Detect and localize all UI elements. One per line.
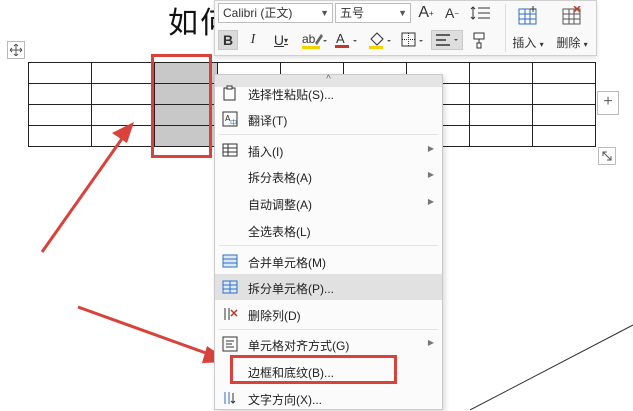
shrink-font-label: A bbox=[444, 5, 455, 21]
text-direction-icon bbox=[222, 390, 238, 406]
menu-item-insert[interactable]: 插入(I) ▶ bbox=[215, 137, 442, 163]
paste-icon bbox=[222, 85, 238, 101]
format-painter-icon[interactable] bbox=[467, 30, 491, 50]
menu-item-select-table[interactable]: 全选表格(L) bbox=[215, 217, 442, 243]
font-family-value: Calibri (正文) bbox=[223, 6, 293, 20]
grow-font-button[interactable]: A + bbox=[415, 3, 437, 23]
menu-item-paste-special[interactable]: 选择性粘贴(S)... bbox=[215, 80, 442, 106]
menu-item-label: 翻译(T) bbox=[248, 114, 288, 128]
menu-item-label: 单元格对齐方式(G) bbox=[248, 339, 350, 353]
annotation-box-borders-shading bbox=[230, 355, 397, 384]
italic-label: I bbox=[250, 32, 256, 47]
highlight-icon[interactable]: ab bbox=[299, 30, 329, 50]
menu-item-label: 全选表格(L) bbox=[248, 225, 311, 239]
delete-column-icon bbox=[222, 306, 238, 322]
split-cells-icon bbox=[222, 279, 238, 295]
menu-divider bbox=[219, 134, 438, 135]
menu-item-label: 合并单元格(M) bbox=[248, 256, 326, 270]
menu-item-label: 选择性粘贴(S)... bbox=[248, 88, 334, 102]
svg-text:ab: ab bbox=[302, 32, 316, 46]
menu-item-label: 插入(I) bbox=[248, 145, 284, 159]
menu-item-label: 删除列(D) bbox=[248, 309, 301, 323]
toolbar-divider bbox=[505, 4, 506, 52]
translate-icon: A中 bbox=[222, 111, 238, 127]
chevron-right-icon: ▶ bbox=[427, 170, 434, 179]
menu-item-cell-alignment[interactable]: 单元格对齐方式(G) ▶ bbox=[215, 331, 442, 357]
font-size-select[interactable]: 五号 ▼ bbox=[335, 3, 411, 23]
red-arrow-icon bbox=[77, 305, 230, 363]
font-size-value: 五号 bbox=[340, 6, 365, 20]
menu-divider bbox=[219, 245, 438, 246]
chevron-down-icon: ▼ bbox=[398, 8, 407, 18]
shrink-font-button[interactable]: A − bbox=[441, 3, 463, 23]
borders-icon[interactable] bbox=[399, 30, 427, 50]
grow-font-label: A bbox=[418, 4, 429, 21]
font-color-button[interactable]: A bbox=[333, 30, 361, 50]
menu-item-split-table[interactable]: 拆分表格(A) ▶ bbox=[215, 163, 442, 189]
font-color-label: A bbox=[336, 31, 345, 46]
underline-button[interactable]: U ▾ bbox=[267, 30, 295, 50]
chevron-right-icon: ▶ bbox=[427, 197, 434, 206]
menu-item-merge-cells[interactable]: 合并单元格(M) bbox=[215, 248, 442, 274]
delete-label: 删除 bbox=[556, 36, 581, 50]
bold-button[interactable]: B bbox=[218, 30, 238, 50]
underline-label: U bbox=[273, 32, 285, 48]
chevron-down-icon: ▼ bbox=[320, 8, 329, 18]
align-icon[interactable] bbox=[431, 30, 463, 50]
insert-label: 插入 bbox=[512, 36, 537, 50]
menu-item-label: 拆分表格(A) bbox=[248, 171, 312, 185]
menu-item-split-cells[interactable]: 拆分单元格(P)... bbox=[215, 274, 442, 300]
menu-item-label: 拆分单元格(P)... bbox=[248, 282, 334, 296]
delete-button[interactable]: 删除 ▾ bbox=[552, 4, 592, 52]
menu-divider bbox=[219, 329, 438, 330]
chevron-right-icon: ▶ bbox=[427, 338, 434, 347]
shading-icon[interactable] bbox=[365, 30, 395, 50]
font-family-select[interactable]: Calibri (正文) ▼ bbox=[218, 3, 333, 23]
menu-item-translate[interactable]: A中 翻译(T) bbox=[215, 106, 442, 132]
cell-alignment-icon bbox=[222, 336, 238, 352]
delete-table-icon bbox=[562, 5, 581, 25]
bold-label: B bbox=[222, 32, 234, 48]
menu-item-label: 自动调整(A) bbox=[248, 198, 312, 212]
insert-button[interactable]: 插入 ▾ bbox=[508, 4, 548, 52]
red-arrow-icon bbox=[40, 122, 134, 253]
svg-text:中: 中 bbox=[230, 118, 237, 127]
menu-item-autofit[interactable]: 自动调整(A) ▶ bbox=[215, 190, 442, 216]
line-spacing-icon[interactable] bbox=[467, 3, 495, 23]
menu-item-text-direction[interactable]: 文字方向(X)... bbox=[215, 385, 442, 411]
menu-item-delete-column[interactable]: 删除列(D) bbox=[215, 301, 442, 327]
chevron-right-icon: ▶ bbox=[427, 144, 434, 153]
italic-button[interactable]: I bbox=[243, 30, 263, 50]
merge-cells-icon bbox=[222, 253, 238, 269]
insert-table-icon bbox=[518, 6, 537, 25]
menu-item-label: 文字方向(X)... bbox=[248, 393, 322, 407]
mini-toolbar: Calibri (正文) ▼ 五号 ▼ A+ A− B I U▾ ab A bbox=[214, 0, 597, 56]
insert-table-icon bbox=[222, 142, 238, 158]
